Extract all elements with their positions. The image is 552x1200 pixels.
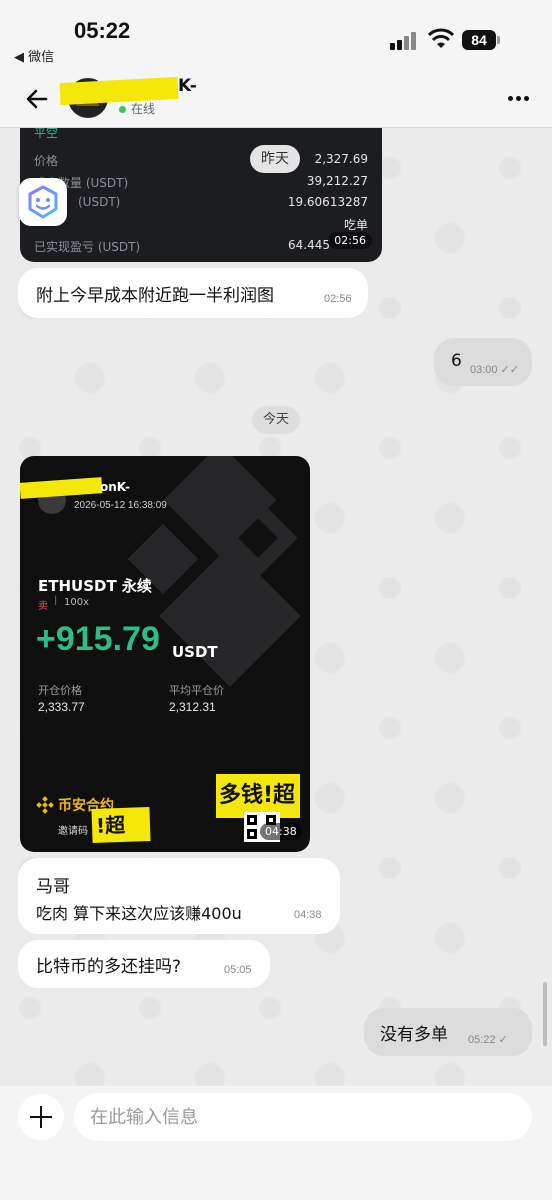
message-time: 02:56 [324, 293, 352, 305]
name-redaction [20, 477, 103, 499]
more-options-icon[interactable] [508, 96, 530, 102]
trade-tag: 平空 [34, 128, 59, 140]
back-to-app-link[interactable]: ◀ 微信 [14, 46, 54, 65]
back-arrow-icon[interactable] [22, 84, 52, 114]
trade-screenshot-card-partial[interactable]: 平空 价格 2,327.69 成交数量 (USDT) 39,212.27 (US… [20, 128, 382, 262]
message-time: 04:38 [294, 909, 322, 921]
plus-icon[interactable] [18, 1094, 64, 1140]
pnl-label: 已实现盈亏 (USDT) [34, 240, 141, 254]
trade-leverage: 100x [64, 597, 90, 608]
close-price-label: 平均平仓价 [169, 684, 224, 697]
trade-pnl-unit: USDT [172, 643, 218, 661]
message-text: 6 [451, 351, 462, 371]
role-value: 吃单 [343, 218, 368, 232]
message-incoming[interactable]: 比特币的多还挂吗? 05:05 [18, 940, 270, 988]
sent-check-icon: ✓ [498, 1034, 508, 1046]
input-bar [0, 1086, 552, 1200]
signal-icon [390, 32, 418, 50]
status-time: 05:22 [74, 18, 131, 43]
read-check-icon: ✓✓ [500, 364, 519, 376]
binance-logo-icon [36, 796, 54, 814]
message-time: 03:00 ✓✓ [470, 364, 519, 376]
price-value: 2,327.69 [314, 152, 368, 166]
online-dot-icon [119, 106, 126, 113]
message-incoming[interactable]: 马哥 吃肉 算下来这次应该赚400u 04:38 [18, 858, 340, 934]
trade-pair: ETHUSDT 永续 [38, 577, 152, 595]
invite-label: 邀请码 [58, 826, 88, 837]
message-outgoing[interactable]: 6 03:00 ✓✓ [434, 338, 532, 386]
pnl-value: 64.445 [288, 238, 330, 252]
message-text-line2: 吃肉 算下来这次应该赚400u [36, 904, 242, 923]
close-price-value: 2,312.31 [169, 700, 216, 714]
wifi-icon [428, 28, 454, 48]
fee-value: 19.60613287 [287, 195, 368, 209]
message-text: 比特币的多还挂吗? [36, 957, 182, 977]
message-time: 05:05 [224, 964, 252, 976]
invite-redaction: !超 [91, 806, 151, 844]
message-outgoing[interactable]: 没有多单 05:22 ✓ [364, 1008, 532, 1056]
trade-pnl-image[interactable]: onK- 2026-05-12 16:38:09 ETHUSDT 永续 卖 | … [20, 456, 310, 852]
open-price-value: 2,333.77 [38, 700, 85, 714]
message-input[interactable] [74, 1093, 532, 1141]
message-incoming[interactable]: 附上今早成本附近跑一半利润图 02:56 [18, 268, 368, 318]
card-datetime: 2026-05-12 16:38:09 [74, 500, 167, 511]
online-status: 在线 [131, 102, 156, 116]
scrollbar[interactable] [543, 982, 547, 1046]
message-time: 05:22 ✓ [468, 1034, 508, 1046]
message-text: 附上今早成本附近跑一半利润图 [36, 286, 274, 306]
message-text: 没有多单 [380, 1025, 448, 1045]
separator: | [54, 595, 58, 606]
card-username: onK- [100, 480, 131, 494]
open-price-label: 开仓价格 [38, 684, 82, 697]
battery-indicator: 84 [462, 30, 496, 50]
chat-header: K- 在线 [0, 70, 552, 128]
card-top-time: 02:56 [328, 232, 372, 249]
date-pill-today: 今天 [252, 406, 300, 434]
name-redaction [59, 76, 179, 106]
battery-tip [497, 36, 500, 44]
date-pill-yesterday: 昨天 [250, 145, 300, 173]
fee-label: (USDT) [78, 195, 121, 209]
price-label: 价格 [34, 154, 59, 168]
message-text-line1: 马哥 [36, 877, 70, 897]
trade-pnl: +915.79 [36, 620, 160, 658]
assistant-float-icon[interactable] [19, 178, 67, 226]
trade-side: 卖 [38, 601, 48, 612]
status-bar: 05:22 ◀ 微信 84 [0, 0, 552, 70]
qty-value: 39,212.27 [306, 174, 368, 188]
image-time: 04:38 [260, 823, 302, 840]
contact-name[interactable]: K- [178, 76, 197, 96]
